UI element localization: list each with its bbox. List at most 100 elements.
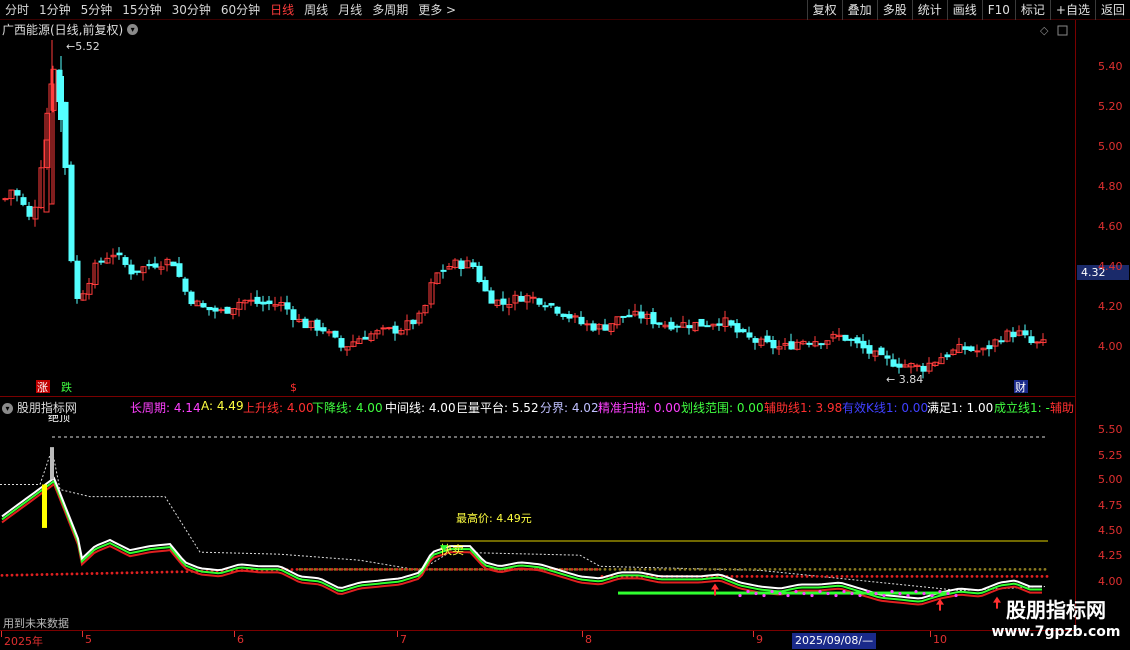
long-cycle-dot: [760, 575, 764, 578]
candle-body: [560, 313, 567, 317]
scan-dot: [898, 591, 902, 596]
tool-button-4[interactable]: 画线: [946, 0, 982, 20]
middle-dot: [598, 567, 602, 571]
tab-period-7[interactable]: 周线: [299, 0, 333, 20]
tool-button-0[interactable]: 复权: [806, 0, 842, 20]
candle-body: [212, 307, 219, 312]
tab-period-4[interactable]: 30分钟: [167, 0, 216, 20]
candle-body: [470, 262, 477, 268]
candle: [662, 321, 669, 329]
candle: [836, 327, 843, 341]
middle-dot: [653, 567, 657, 571]
middle-dot: [738, 567, 742, 571]
date-tick: [234, 631, 235, 637]
tool-button-8[interactable]: 返回: [1094, 0, 1130, 20]
middle-dot: [618, 567, 622, 571]
long-cycle-dot: [960, 575, 964, 578]
middle-dot: [648, 567, 652, 571]
chevron-down-icon[interactable]: ▾: [127, 24, 139, 35]
tool-button-1[interactable]: 叠加: [841, 0, 877, 20]
middle-dot: [753, 567, 757, 571]
middle-dot: [868, 567, 872, 571]
tool-button-2[interactable]: 多股: [876, 0, 912, 20]
indicator-tick-label: 4.75: [1098, 499, 1123, 512]
middle-dot: [793, 567, 797, 571]
top-label: 绝顶: [48, 415, 70, 424]
tool-button-7[interactable]: +自选: [1049, 0, 1095, 20]
candle: [686, 319, 693, 335]
middle-dot: [993, 567, 997, 571]
tab-period-9[interactable]: 多周期: [367, 0, 413, 20]
period-toolbar: 分时 1分钟 5分钟 15分钟 30分钟 60分钟 日线 周线 月线 多周期 更多 > 复权 叠加 多股…: [0, 0, 1130, 20]
candle: [488, 287, 495, 304]
chevron-down-icon[interactable]: ▾: [2, 403, 13, 414]
candle: [416, 310, 423, 326]
indicator-panel[interactable]: 最高价: 4.49元 绝顶 快卖 用到未来数据: [0, 410, 1075, 630]
window-icon[interactable]: [1057, 25, 1068, 36]
middle-dot: [593, 567, 597, 571]
middle-dot: [568, 567, 572, 571]
tab-period-0[interactable]: 分时: [0, 0, 34, 20]
candlestick-chart[interactable]: ←5.52 ← 3.84 涨跌 $ 财 ◇: [0, 20, 1075, 396]
long-cycle-dot: [765, 575, 769, 578]
tab-period-10[interactable]: 更多 >: [413, 0, 461, 20]
candle: [350, 334, 357, 348]
long-cycle-dot: [780, 575, 784, 578]
dollar-marker[interactable]: $: [290, 381, 297, 394]
tool-button-6[interactable]: 标记: [1014, 0, 1050, 20]
indicator-field-0: 长周期: 4.14: [130, 401, 201, 415]
tab-period-2[interactable]: 5分钟: [76, 0, 118, 20]
candle: [902, 359, 909, 368]
diamond-icon[interactable]: ◇: [1040, 24, 1049, 37]
candle-body: [14, 190, 21, 196]
long-cycle-dot: [120, 571, 124, 575]
middle-dot: [343, 567, 347, 571]
tab-period-1[interactable]: 1分钟: [34, 0, 76, 20]
chart-app: 分时 1分钟 5分钟 15分钟 30分钟 60分钟 日线 周线 月线 多周期 更多 > 复权 叠加 多股…: [0, 0, 1130, 650]
scan-dot: [802, 591, 806, 596]
candle: [848, 337, 855, 347]
candle: [638, 304, 645, 324]
fall-marker[interactable]: 跌: [60, 380, 74, 394]
finance-marker[interactable]: 财: [1014, 380, 1028, 394]
middle-dot: [473, 567, 477, 571]
middle-dot: [633, 567, 637, 571]
indicator-chart[interactable]: 最高价: 4.49元绝顶快卖用到未来数据: [0, 410, 1075, 630]
candle: [20, 193, 27, 207]
middle-dot: [693, 567, 697, 571]
candle: [362, 330, 369, 340]
tab-period-5[interactable]: 60分钟: [216, 0, 265, 20]
middle-dot: [943, 567, 947, 571]
candle: [692, 321, 699, 333]
indicator-field-2: 上升线: 4.00: [243, 401, 314, 415]
price-tick-label: 5.00: [1098, 140, 1123, 153]
middle-dot: [798, 567, 802, 571]
middle-dot: [678, 567, 682, 571]
middle-dot: [458, 567, 462, 571]
middle-dot: [828, 567, 832, 571]
long-cycle-dot: [175, 570, 179, 574]
tool-button-5[interactable]: F10: [981, 0, 1015, 20]
long-cycle-dot: [825, 575, 829, 578]
candle-body: [518, 295, 525, 302]
price-tick-label: 5.20: [1098, 100, 1123, 113]
tab-period-8[interactable]: 月线: [333, 0, 367, 20]
candle-body: [302, 318, 309, 329]
candle: [860, 334, 867, 354]
indicator-tick-label: 4.25: [1098, 549, 1123, 562]
candle-body: [854, 337, 861, 344]
indicator-field-5: 巨量平台: 5.52: [456, 401, 539, 415]
tab-period-6[interactable]: 日线: [265, 0, 299, 20]
scan-dot: [866, 589, 870, 594]
middle-dot: [1028, 567, 1032, 571]
indicator-name-wrap[interactable]: ▾ 股朋指标网: [2, 399, 77, 415]
tab-period-3[interactable]: 15分钟: [117, 0, 166, 20]
candlestick-panel[interactable]: ←5.52 ← 3.84 涨跌 $ 财 ◇: [0, 20, 1075, 396]
long-cycle-dot: [115, 571, 119, 575]
candle: [512, 290, 519, 311]
candle-body: [740, 329, 747, 333]
rise-marker[interactable]: 涨: [36, 380, 50, 394]
candle: [614, 316, 621, 329]
tool-button-3[interactable]: 统计: [911, 0, 947, 20]
long-cycle-dot: [735, 575, 739, 578]
